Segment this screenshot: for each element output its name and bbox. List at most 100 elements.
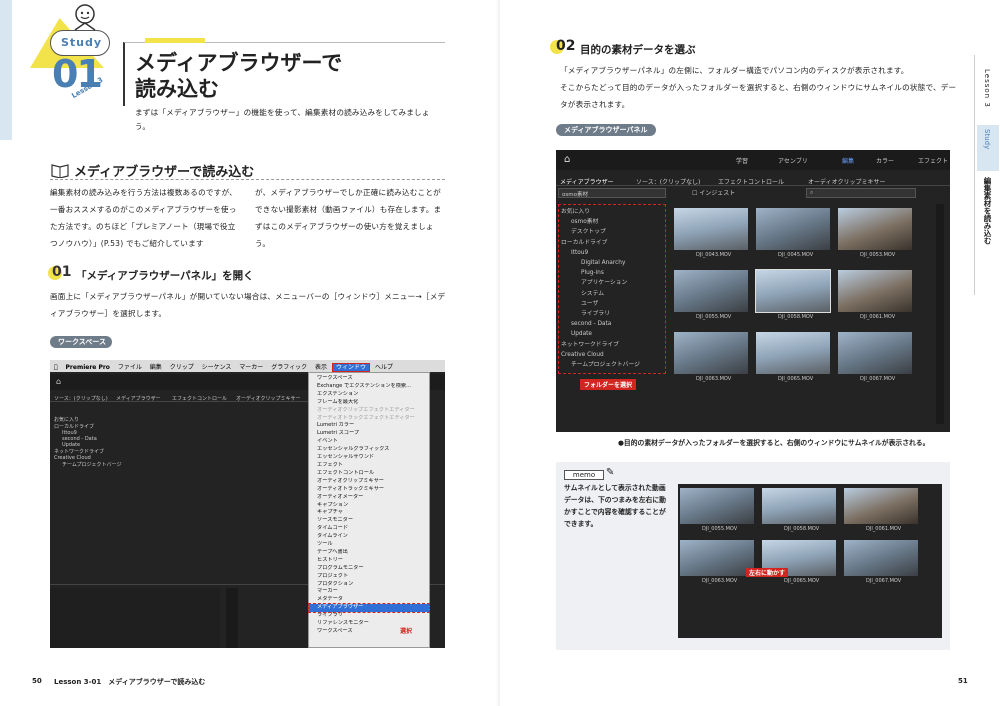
location-field[interactable]: osmo素材 (558, 188, 666, 198)
page-edge-strip (0, 0, 12, 140)
step1-body: 画面上に「メディアブラウザーパネル」が開いていない場合は、メニューバーの［ウィン… (50, 292, 446, 318)
step2-number: 02 (556, 38, 576, 54)
menu-item[interactable]: エフェクト (309, 462, 429, 470)
right-page: 02 目的の素材データを選ぶ 「メディアブラウザーパネル」の左側に、フォルダー構… (500, 0, 1000, 706)
tree-item[interactable]: デスクトップ (561, 227, 663, 237)
menu-item[interactable]: オーディオトラックエフェクトエディター (309, 415, 429, 423)
menu-item[interactable]: プログラムモニター (309, 565, 429, 573)
step2-title: 目的の素材データを選ぶ (580, 44, 696, 56)
memo-thumbnail[interactable] (844, 540, 918, 576)
menu-item[interactable]: エクステンション (309, 391, 429, 399)
thumbnail[interactable] (755, 269, 831, 313)
menu-item[interactable]: ライブラリ (309, 612, 429, 620)
tree-item[interactable]: アプリケーション (561, 278, 663, 288)
menubar-items:  Premiere Pro ファイル 編集 クリップ シーケンス マーカー グ… (54, 363, 393, 372)
tree-item[interactable]: ユーザ (561, 299, 663, 309)
window-menu-dropdown: ワークスペース Exchange でエクステンションを検索... エクステンションフ… (308, 372, 430, 648)
home-icon[interactable]: ⌂ (56, 377, 61, 386)
search-input[interactable]: ⌕ (806, 188, 916, 198)
figure-caption: ●目的の素材データが入ったフォルダーを選択すると、右側のウィンドウにサムネイルが… (618, 439, 930, 447)
tools-panel (226, 588, 238, 648)
menu-item[interactable]: Lumetri スコープ (309, 430, 429, 438)
step2-body-2: そこからたどって目的のデータが入ったフォルダーを選択すると、右側のウィンドウにサ… (560, 83, 957, 109)
folder-tree: お気に入り osmo素材 デスクトップ ローカルドライブ Ittou9 Digital A… (558, 204, 666, 374)
search-icon: ⌕ (810, 189, 814, 196)
menu-item[interactable]: オーディオトラックミキサー (309, 486, 429, 494)
tree-item[interactable]: チームプロジェクトバージ (561, 360, 663, 370)
tree-item[interactable]: システム (561, 289, 663, 299)
title-line-2: 読み込む (135, 77, 219, 101)
mac-menubar:  Premiere Pro ファイル 編集 クリップ シーケンス マーカー グ… (50, 360, 445, 372)
menu-item[interactable]: ツール (309, 541, 429, 549)
window-menu[interactable]: ウィンドウ (331, 363, 371, 372)
tree-item[interactable]: ローカルドライブ (561, 238, 663, 248)
thumbnail[interactable] (674, 270, 748, 312)
thumbnail[interactable] (674, 208, 748, 250)
tree-item[interactable]: お気に入り (561, 207, 663, 217)
memo-thumbnail-label: DJI_0055.MOV (702, 526, 738, 532)
book-icon (51, 164, 69, 178)
thumbnail[interactable] (756, 332, 830, 374)
menu-item[interactable]: ヒストリー (309, 557, 429, 565)
thumbnail-label: DJI_0067.MOV (860, 376, 896, 382)
thumbnail-label: DJI_0063.MOV (696, 376, 732, 382)
page-title: メディアブラウザーで 読み込む (135, 50, 342, 102)
thumbnail-label: DJI_0065.MOV (778, 376, 814, 382)
menu-item[interactable]: エッセンシャルサウンド (309, 454, 429, 462)
menu-item[interactable]: マーカー (309, 588, 429, 596)
thumbnail-label: DJI_0061.MOV (860, 314, 896, 320)
menu-item[interactable]: フレームを最大化 (309, 399, 429, 407)
menu-item[interactable]: イベント (309, 438, 429, 446)
home-icon[interactable]: ⌂ (564, 154, 570, 165)
thumbnail[interactable] (838, 208, 912, 250)
menu-item[interactable]: エッセンシャルグラフィックス (309, 446, 429, 454)
memo-thumbnail[interactable] (680, 540, 754, 576)
menu-item[interactable]: メタデータ (309, 596, 429, 604)
menu-item[interactable]: キャプション (309, 502, 429, 510)
workspace-tag-label: ワークスペース (58, 338, 106, 346)
tree-item[interactable]: Plug-ins (561, 268, 663, 278)
tree-item[interactable]: Creative Cloud (561, 350, 663, 360)
scrollbar[interactable] (936, 204, 944, 424)
step2-body-1: 「メディアブラウザーパネル」の左側に、フォルダー構造でパソコン内のディスクが表示… (560, 66, 909, 75)
media-browser-screenshot: ⌂ 学習 アセンブリ 編集 カラー エフェクト メディアブラウザー ソース：(ク… (556, 150, 950, 432)
tree-item[interactable]: Ittou9 (561, 248, 663, 258)
thumbnail[interactable] (838, 270, 912, 312)
menu-item[interactable]: メディアブラウザー (308, 603, 430, 614)
thumbnail-label: DJI_0045.MOV (778, 252, 814, 258)
menu-item[interactable]: オーディオクリップエフェクトエディター (309, 407, 429, 415)
tree-item[interactable]: Digital Anarchy (561, 258, 663, 268)
intro-text: まずは「メディアブラウザー」の機能を使って、編集素材の読み込みをしてみましょう。 (135, 108, 430, 131)
thumbnail[interactable] (838, 332, 912, 374)
menu-item[interactable]: オーディオクリップミキサー (309, 478, 429, 486)
tree-item[interactable]: ネットワークドライブ (561, 340, 663, 350)
workspace-bar: ⌂ 学習 アセンブリ 編集 カラー エフェクト (556, 150, 950, 170)
thumbnail[interactable] (756, 208, 830, 250)
memo-thumbnail[interactable] (844, 488, 918, 524)
menu-item[interactable]: テープへ書出 (309, 549, 429, 557)
tree-item[interactable]: second - Data (561, 319, 663, 329)
ingest-checkbox[interactable]: ☐ インジェスト (692, 188, 735, 197)
side-title: 編集素材を読み込む (983, 177, 992, 245)
tree-item[interactable]: Update (561, 329, 663, 339)
menu-item[interactable]: キャプチャ (309, 509, 429, 517)
menu-item[interactable]: ソースモニター (309, 517, 429, 525)
side-lesson: Lesson 3 (983, 69, 991, 108)
media-browser-tag-label: メディアブラウザーパネル (564, 126, 648, 134)
tree-item[interactable]: osmo素材 (561, 217, 663, 227)
menu-item[interactable]: Exchange でエクステンションを検索... (309, 383, 429, 391)
menu-item[interactable]: オーディオメーター (309, 494, 429, 502)
menu-item[interactable]: ワークスペース (309, 375, 429, 383)
tree-item[interactable]: ライブラリ (561, 309, 663, 319)
study-label: Study (61, 36, 103, 49)
menu-item[interactable]: タイムコード (309, 525, 429, 533)
memo-thumbnail-label: DJI_0061.MOV (866, 526, 902, 532)
menu-item[interactable]: エフェクトコントロール (309, 470, 429, 478)
menu-item[interactable]: プロジェクト (309, 573, 429, 581)
menu-item[interactable]: Lumetri カラー (309, 422, 429, 430)
thumbnail[interactable] (674, 332, 748, 374)
menu-item[interactable]: プロダクション (309, 581, 429, 589)
menu-item[interactable]: タイムライン (309, 533, 429, 541)
memo-thumbnail[interactable] (680, 488, 754, 524)
memo-thumbnail[interactable] (762, 488, 836, 524)
